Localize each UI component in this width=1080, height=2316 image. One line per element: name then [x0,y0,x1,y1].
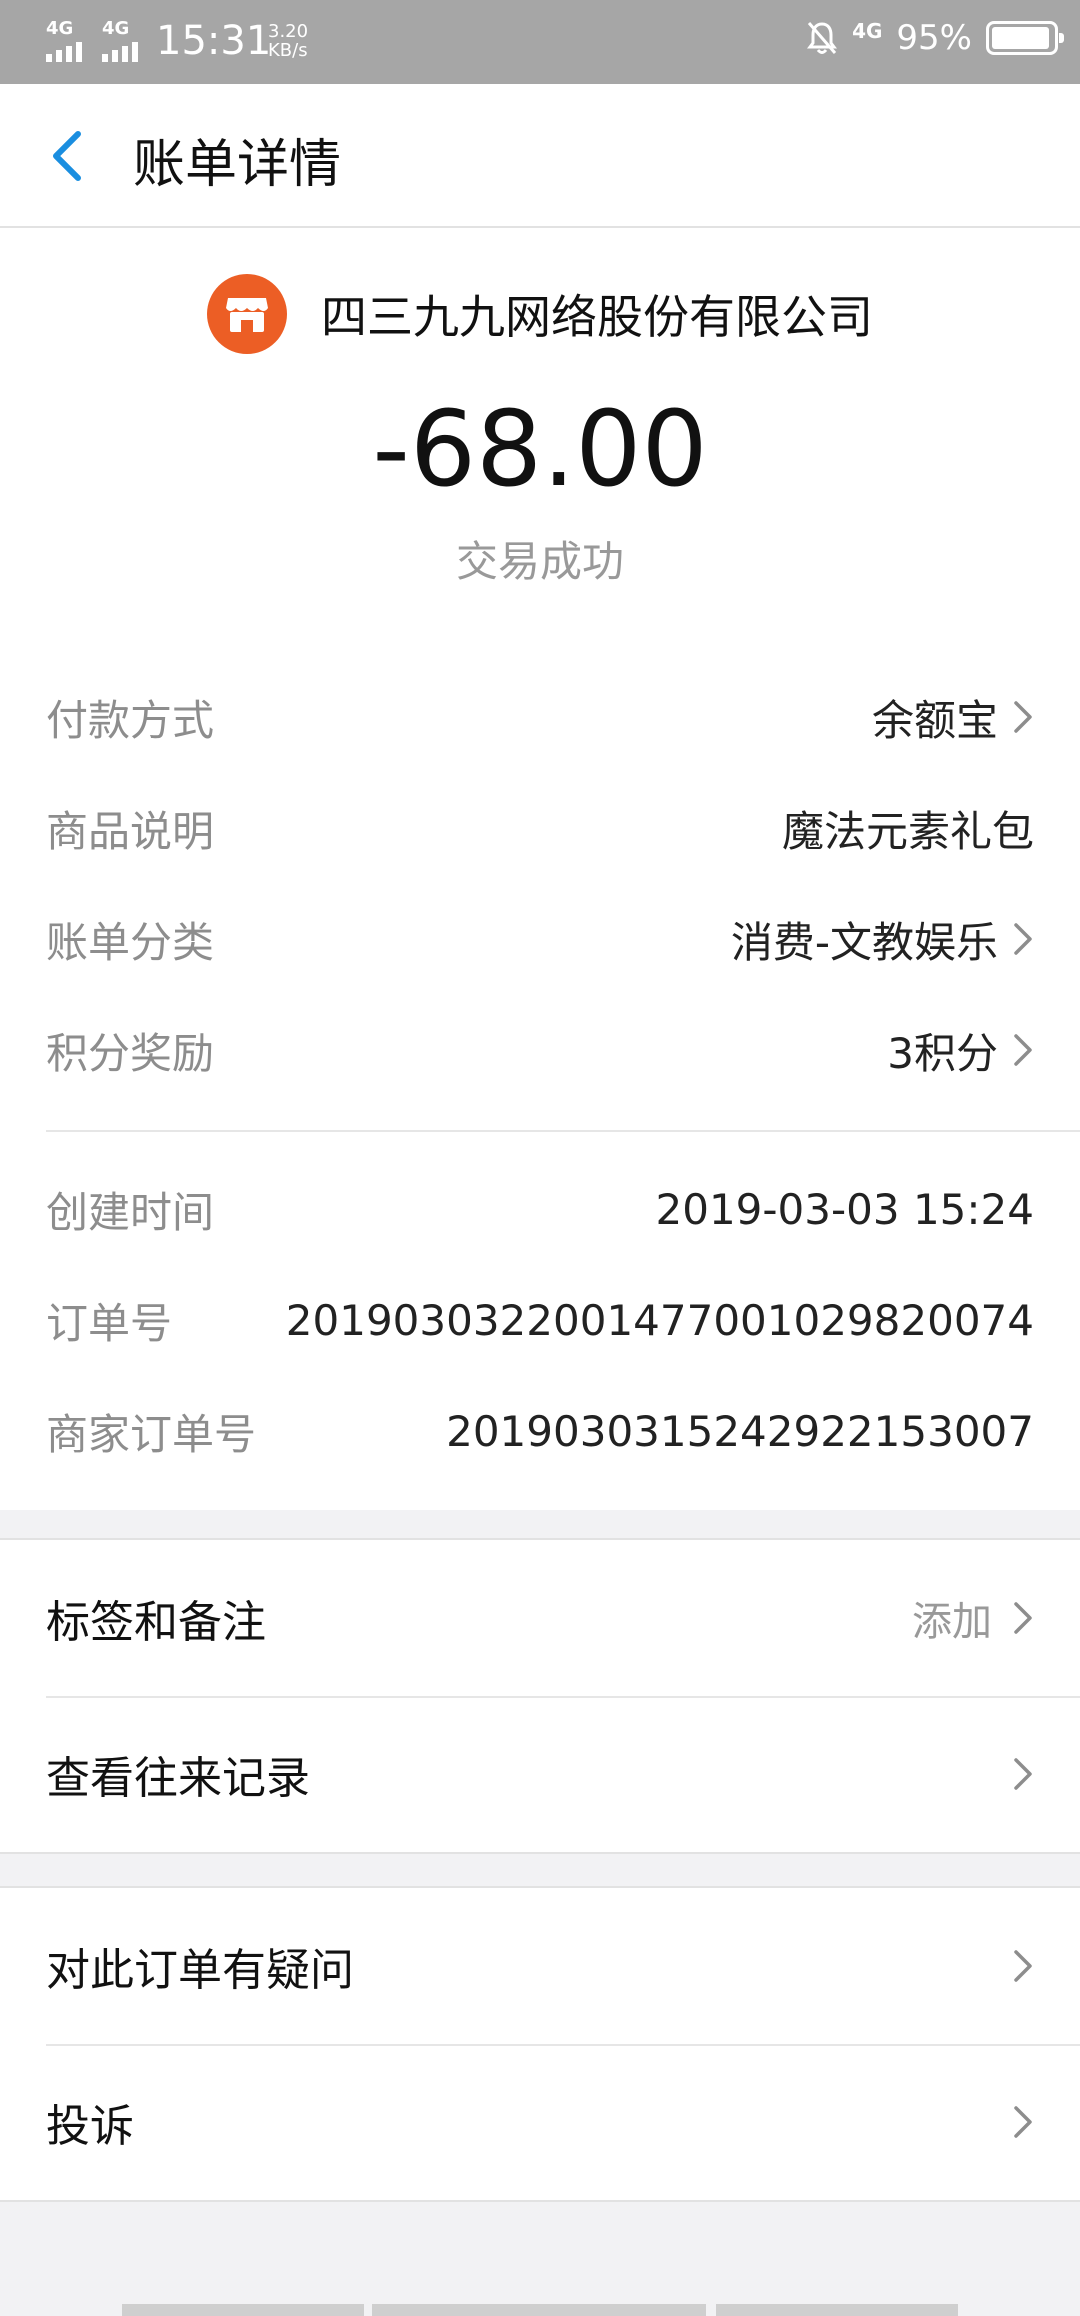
chevron-right-icon [1014,1758,1032,1790]
merchant-name: 四三九九网络股份有限公司 [321,290,873,344]
row-label: 创建时间 [46,1187,215,1237]
row-label: 账单分类 [46,917,215,967]
action-group-2: 对此订单有疑问 投诉 [0,1886,1080,2202]
signal-icon-2: 4G [102,18,138,62]
row-value: 消费-文教娱乐 [730,917,998,967]
page-title: 账单详情 [133,135,342,195]
chevron-right-icon [1014,1034,1032,1066]
order-question-item[interactable]: 对此订单有疑问 [0,1888,1080,2044]
back-arrow-icon [53,131,81,181]
row-value: 魔法元素礼包 [781,806,1034,856]
chevron-right-icon [1014,1950,1032,1982]
network-type-1: 4G [46,18,74,39]
battery-level [992,27,1049,49]
network-speed: 3.20 KB/s [268,22,308,60]
amount: -68.00 [372,388,708,510]
system-nav-bar-left[interactable] [122,2304,364,2316]
signal-icon-1: 4G [46,18,82,62]
row-label: 商家订单号 [46,1409,257,1459]
product-description-row: 商品说明 魔法元素礼包 [46,793,1034,863]
created-time-row: 创建时间 2019-03-03 15:24 [46,1174,1034,1244]
row-value: 3积分 [887,1028,998,1078]
row-label: 商品说明 [46,806,215,856]
bill-detail-card: 四三九九网络股份有限公司 -68.00 交易成功 付款方式 余额宝 商品说明 魔… [0,228,1080,1510]
system-nav-bar-right[interactable] [716,2304,958,2316]
item-label: 投诉 [46,2101,134,2152]
battery-percent: 95% [896,18,972,58]
chevron-right-icon [1014,923,1032,955]
order-number-row: 订单号 2019030322001477001029820074 [46,1285,1034,1355]
row-label: 付款方式 [46,695,215,745]
item-label: 标签和备注 [46,1597,266,1648]
transaction-status: 交易成功 [455,537,624,586]
status-right-group: 4G 95% [806,18,1064,58]
merchant-order-number-row: 商家订单号 20190303152429221530​07 [46,1396,1034,1466]
nav-bar: 账单详情 [0,84,1080,228]
tags-notes-item[interactable]: 标签和备注 添加 [0,1540,1080,1696]
system-nav-bar-center[interactable] [372,2304,706,2316]
chevron-right-icon [1014,2106,1032,2138]
section-divider [46,1130,1080,1132]
row-label: 订单号 [46,1298,173,1348]
merchant-info: 四三九九网络股份有限公司 [0,274,1080,354]
bell-off-icon [807,22,838,54]
status-bar: 4G 4G 15:31 3.20 KB/s 4G 95% [0,0,1080,84]
add-link[interactable]: 添加 [912,1589,992,1647]
row-value: 2019-03-03 15:24 [655,1184,1034,1234]
row-label: 积分奖励 [46,1028,215,1078]
speed-unit: KB/s [268,40,308,61]
complaint-item[interactable]: 投诉 [0,2044,1080,2200]
battery-icon [986,21,1064,55]
view-history-item[interactable]: 查看往来记录 [0,1696,1080,1852]
shop-icon [207,274,287,354]
network-type-2: 4G [102,18,130,39]
points-reward-row[interactable]: 积分奖励 3积分 [46,1015,1034,1085]
status-time: 15:31 [156,18,272,64]
payment-method-row[interactable]: 付款方式 余额宝 [46,682,1034,752]
item-label: 对此订单有疑问 [46,1945,354,1996]
speed-value: 3.20 [268,21,309,42]
row-value: 20190303152429221530​07 [446,1406,1034,1456]
row-value: 余额宝 [871,695,998,745]
item-label: 查看往来记录 [46,1753,310,1804]
action-group-1: 标签和备注 添加 查看往来记录 [0,1538,1080,1854]
back-button[interactable] [38,124,98,188]
network-type-3: 4G [852,19,883,43]
chevron-right-icon [1014,1602,1032,1634]
bill-category-row[interactable]: 账单分类 消费-文教娱乐 [46,904,1034,974]
row-value: 2019030322001477001029820074 [285,1295,1034,1345]
chevron-right-icon [1014,701,1032,733]
